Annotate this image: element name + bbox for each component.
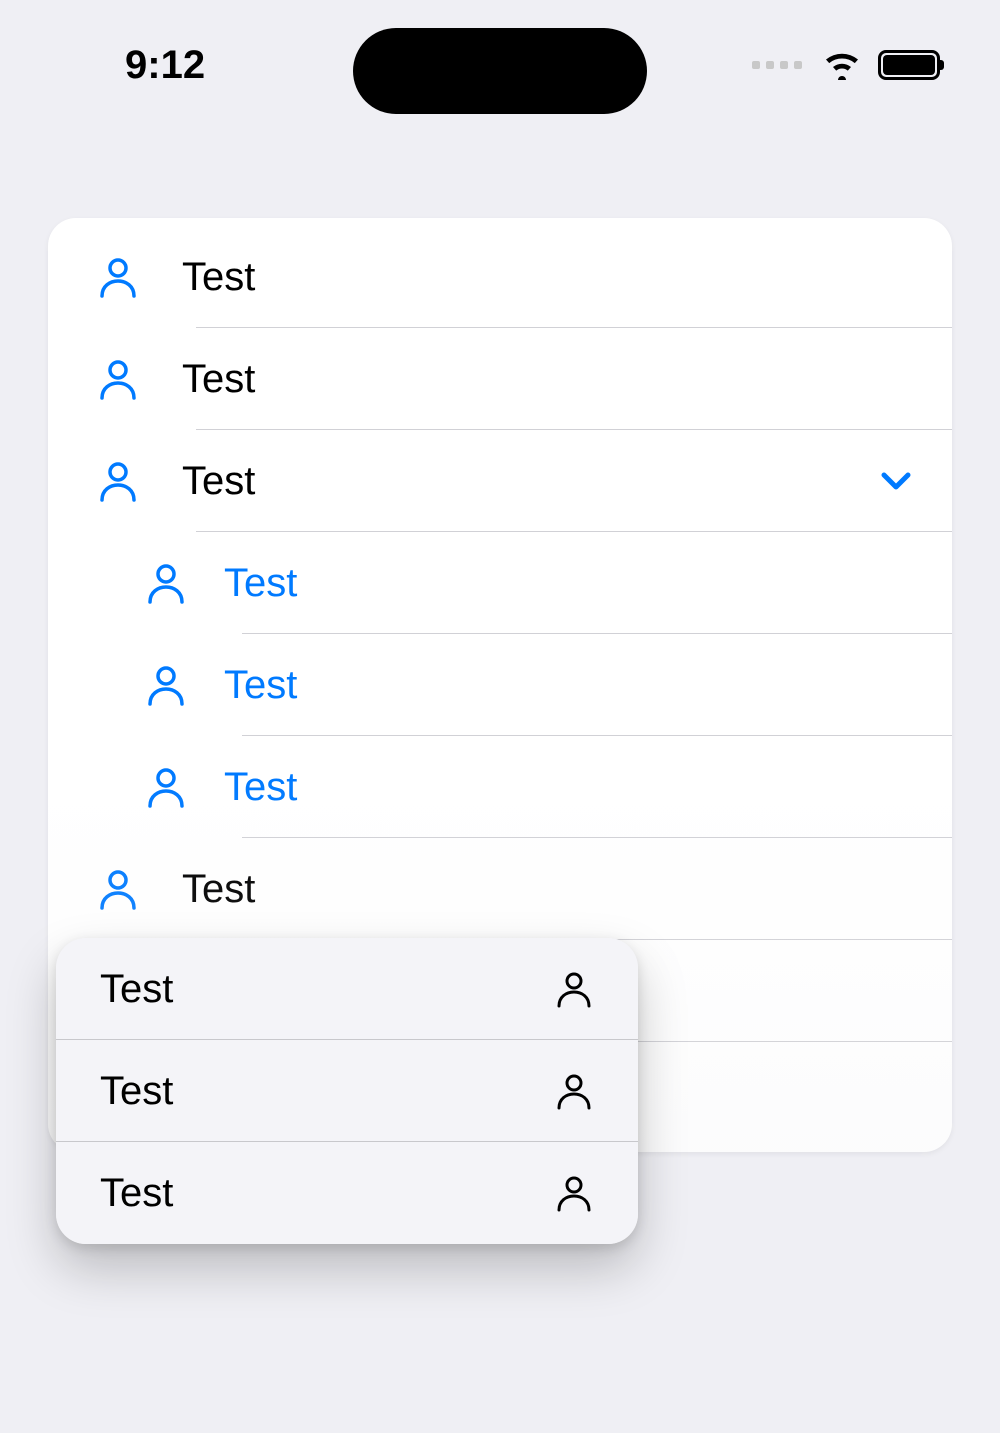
status-time: 9:12 bbox=[125, 43, 205, 88]
menu-item[interactable]: Test bbox=[56, 1142, 638, 1244]
person-icon bbox=[144, 663, 188, 707]
list-row[interactable]: Test bbox=[48, 226, 952, 328]
person-icon bbox=[96, 255, 140, 299]
dynamic-island bbox=[353, 28, 647, 114]
list-row-label: Test bbox=[182, 255, 255, 300]
menu-item-label: Test bbox=[100, 1069, 173, 1114]
list-row-child[interactable]: Test bbox=[48, 532, 952, 634]
list-row-label: Test bbox=[182, 867, 255, 912]
person-icon bbox=[554, 1071, 594, 1111]
list-row-label: Test bbox=[224, 765, 297, 810]
list-row[interactable]: Test bbox=[48, 838, 952, 940]
battery-icon bbox=[878, 50, 940, 80]
context-menu: Test Test Test bbox=[56, 938, 638, 1244]
list-row-child[interactable]: Test bbox=[48, 634, 952, 736]
list-row-label: Test bbox=[224, 561, 297, 606]
menu-item[interactable]: Test bbox=[56, 1040, 638, 1142]
wifi-icon bbox=[822, 50, 862, 80]
status-bar: 9:12 bbox=[0, 0, 1000, 130]
status-indicators bbox=[752, 50, 940, 80]
person-icon bbox=[554, 969, 594, 1009]
list-row-label: Test bbox=[224, 663, 297, 708]
list-row-child[interactable]: Test bbox=[48, 736, 952, 838]
chevron-down-icon bbox=[878, 463, 914, 499]
menu-item-label: Test bbox=[100, 1171, 173, 1216]
person-icon bbox=[554, 1173, 594, 1213]
person-icon bbox=[144, 561, 188, 605]
list-row[interactable]: Test bbox=[48, 328, 952, 430]
list-row-label: Test bbox=[182, 459, 255, 504]
person-icon bbox=[144, 765, 188, 809]
person-icon bbox=[96, 459, 140, 503]
list-row-label: Test bbox=[182, 357, 255, 402]
person-icon bbox=[96, 867, 140, 911]
menu-item[interactable]: Test bbox=[56, 938, 638, 1040]
list-row-expandable[interactable]: Test bbox=[48, 430, 952, 532]
person-icon bbox=[96, 357, 140, 401]
menu-item-label: Test bbox=[100, 967, 173, 1012]
cellular-dots-icon bbox=[752, 61, 802, 69]
